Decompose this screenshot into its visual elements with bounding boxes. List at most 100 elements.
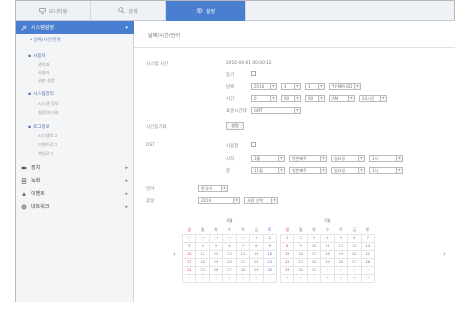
sidebar-item-event-log[interactable]: 이벤트로그 (38, 142, 57, 148)
calendar-day-cell[interactable]: 6 (222, 241, 237, 251)
time-format-select[interactable]: 24시간 ▾ (359, 95, 387, 102)
sidebar-group-users[interactable]: ▪ 사용자 (28, 53, 45, 60)
calendar-day-cell[interactable]: 14 (360, 241, 376, 251)
dst-start-week-select[interactable]: 첫번째주 ▾ (289, 155, 327, 162)
calendar-day-cell[interactable]: 2 (333, 265, 349, 275)
timezone-select[interactable]: GMT ▾ (251, 107, 301, 114)
calendar-day-cell[interactable]: 19 (333, 249, 349, 259)
calendar-day-cell[interactable]: 14 (235, 249, 251, 259)
date-month-select[interactable]: 4 ▾ (281, 83, 301, 90)
calendar-day-cell[interactable]: 7 (262, 273, 278, 283)
calendar-day-cell[interactable]: 12 (333, 241, 349, 251)
sidebar-item-record[interactable]: 녹화 ▸ (16, 174, 134, 187)
calendar-day-cell[interactable]: 1 (181, 273, 197, 283)
sidebar-item-backup-log[interactable]: 백업로그 (38, 151, 53, 157)
calendar-day-cell[interactable]: 7 (360, 233, 376, 243)
calendar-day-cell[interactable]: 4 (222, 273, 237, 283)
time-second-select[interactable]: 00 ▾ (305, 95, 325, 102)
tab-monitoring[interactable]: 모니터링 (16, 1, 91, 21)
calendar-day-cell[interactable]: 18 (320, 249, 335, 259)
calendar-day-cell[interactable]: 27 (181, 233, 197, 243)
sidebar-item-user[interactable]: 사용자 (38, 70, 50, 76)
calendar-day-cell[interactable]: 21 (360, 249, 376, 259)
calendar-day-cell[interactable]: 10 (347, 273, 362, 283)
calendar-day-cell[interactable]: 13 (347, 241, 362, 251)
calendar-day-cell[interactable]: 23 (262, 257, 278, 267)
calendar-day-cell[interactable]: 18 (195, 257, 210, 267)
sidebar-item-device[interactable]: 장치 ▸ (16, 161, 134, 174)
calendar-day-cell[interactable]: 27 (222, 265, 237, 275)
dst-start-day-select[interactable]: 일요일 ▾ (331, 155, 365, 162)
calendar-day-cell[interactable]: 11 (320, 241, 335, 251)
calendar-day-cell[interactable]: 9 (293, 241, 308, 251)
dst-start-hour-select[interactable]: 1시 ▾ (369, 155, 403, 162)
calendar-day-cell[interactable]: 10 (306, 241, 322, 251)
date-format-select[interactable]: YY-MM-DD ▾ (329, 83, 361, 90)
calendar-day-cell[interactable]: 5 (235, 273, 251, 283)
calendar-day-cell[interactable]: 24 (181, 265, 197, 275)
sidebar-item-reset[interactable]: 설정/초기화 (38, 110, 59, 116)
calendar-day-cell[interactable]: 26 (208, 265, 224, 275)
calendar-day-cell[interactable]: 27 (347, 257, 362, 267)
calendar-day-cell[interactable]: 30 (222, 233, 237, 243)
calendar-day-cell[interactable]: 1 (320, 265, 335, 275)
calendar-day-cell[interactable]: 2 (293, 233, 308, 243)
calendar-day-cell[interactable]: 28 (195, 233, 210, 243)
calendar-day-cell[interactable]: 29 (279, 265, 295, 275)
dst-start-month-select[interactable]: 3월 ▾ (251, 155, 285, 162)
chevron-left-icon[interactable]: ‹ (173, 250, 176, 258)
calendar-day-cell[interactable]: 17 (306, 249, 322, 259)
calendar-day-cell[interactable]: 12 (208, 249, 224, 259)
calendar-day-cell[interactable]: 24 (306, 257, 322, 267)
sidebar-group-system-mgmt[interactable]: ▪ 시스템관리 (28, 91, 54, 98)
date-day-select[interactable]: 1 ▾ (305, 83, 325, 90)
calendar-day-cell[interactable]: 8 (320, 273, 335, 283)
calendar-day-cell[interactable]: 28 (360, 257, 376, 267)
calendar-day-cell[interactable]: 23 (293, 257, 308, 267)
calendar-day-cell[interactable]: 25 (320, 257, 335, 267)
sidebar-item-admin[interactable]: 관리자 (38, 62, 50, 68)
calendar-day-cell[interactable]: 2 (195, 273, 210, 283)
dst-use-checkbox[interactable] (251, 142, 256, 147)
time-sync-settings-button[interactable]: 설정 (226, 122, 244, 130)
calendar-day-cell[interactable]: 9 (262, 241, 278, 251)
calendar-day-cell[interactable]: 30 (293, 265, 308, 275)
calendar-day-cell[interactable]: 8 (279, 241, 295, 251)
calendar-day-cell[interactable]: 21 (235, 257, 251, 267)
sidebar-item-system[interactable]: 시스템설정 ▾ (16, 21, 134, 34)
calendar-day-cell[interactable]: 16 (262, 249, 278, 259)
calendar-day-cell[interactable]: 5 (333, 233, 349, 243)
calendar-day-cell[interactable]: 30 (262, 265, 278, 275)
calendar-day-cell[interactable]: 15 (279, 249, 295, 259)
calendar-day-cell[interactable]: 8 (249, 241, 264, 251)
calendar-day-cell[interactable]: 22 (249, 257, 264, 267)
sidebar-group-logs[interactable]: ▪ 로그정보 (28, 124, 50, 131)
time-ampm-select[interactable]: AM ▾ (329, 95, 355, 102)
calendar-day-cell[interactable]: 1 (279, 233, 295, 243)
calendar-day-cell[interactable]: 4 (360, 265, 376, 275)
date-year-select[interactable]: 2016 ▾ (251, 83, 277, 90)
calendar-day-cell[interactable]: 3 (347, 265, 362, 275)
sidebar-item-permission[interactable]: 권한 설정 (38, 78, 55, 84)
calendar-day-cell[interactable]: 19 (208, 257, 224, 267)
calendar-day-cell[interactable]: 20 (347, 249, 362, 259)
calendar-day-cell[interactable]: 6 (293, 273, 308, 283)
sidebar-item-system-log[interactable]: 시스템로그 (38, 133, 57, 139)
calendar-day-cell[interactable]: 17 (181, 257, 197, 267)
calendar-day-cell[interactable]: 20 (222, 257, 237, 267)
calendar-day-cell[interactable]: 3 (306, 233, 322, 243)
calendar-day-cell[interactable]: 5 (208, 241, 224, 251)
sync-checkbox[interactable] (251, 71, 256, 76)
holiday-year-select[interactable]: 2016 ▾ (198, 197, 240, 204)
calendar-day-cell[interactable]: 1 (249, 233, 264, 243)
calendar-day-cell[interactable]: 29 (249, 265, 264, 275)
calendar-day-cell[interactable]: 3 (208, 273, 224, 283)
calendar-day-cell[interactable]: 15 (249, 249, 264, 259)
calendar-day-cell[interactable]: 4 (195, 241, 210, 251)
dst-end-hour-select[interactable]: 1시 ▾ (369, 167, 403, 174)
calendar-day-cell[interactable]: 4 (320, 233, 335, 243)
sidebar-item-event[interactable]: 이벤트 ▸ (16, 187, 134, 200)
calendar-day-cell[interactable]: 7 (235, 241, 251, 251)
sidebar-item-network[interactable]: 네트워크 ▸ (16, 200, 134, 213)
calendar-day-cell[interactable]: 31 (235, 233, 251, 243)
